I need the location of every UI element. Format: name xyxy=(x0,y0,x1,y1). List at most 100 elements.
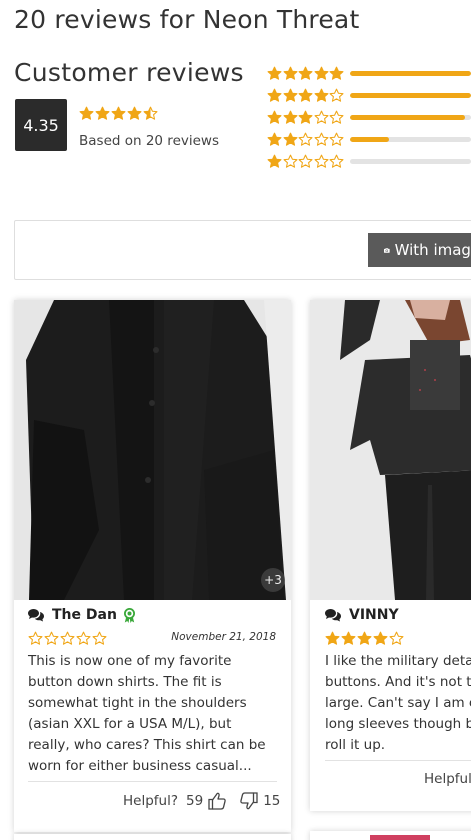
star-full-icon xyxy=(357,631,372,646)
helpful-up-count: 59 xyxy=(186,793,204,809)
distribution-bar-fill xyxy=(350,70,471,76)
reviewer-name-text: The Dan xyxy=(52,607,117,623)
star-empty-icon xyxy=(329,154,344,169)
helpful-label: Helpful xyxy=(424,771,471,787)
review-divider xyxy=(28,781,277,782)
star-empty-icon xyxy=(44,631,59,646)
review-photo[interactable] xyxy=(310,300,471,600)
distribution-bar xyxy=(350,114,471,120)
star-empty-icon xyxy=(92,631,107,646)
distribution-bar xyxy=(350,136,471,142)
star-full-icon xyxy=(298,66,313,81)
review-text-line: This is now one of my favorite xyxy=(28,653,232,669)
sweater-photo xyxy=(310,300,471,600)
review-card: +3 The Dan November 21, 2018 This is now… xyxy=(14,300,291,832)
star-empty-icon xyxy=(76,631,91,646)
review-text-line: long sleeves though b xyxy=(325,716,471,732)
distribution-row-4[interactable] xyxy=(267,84,471,106)
helpful-down-count: 15 xyxy=(263,793,281,809)
star-full-icon xyxy=(298,110,313,125)
star-full-icon xyxy=(111,106,126,121)
helpful-label: Helpful? xyxy=(123,793,179,809)
review-text-line: button down shirts. The fit is xyxy=(28,674,222,690)
review-text-line: roll it up. xyxy=(325,737,386,753)
distribution-bar-fill xyxy=(350,136,389,142)
star-empty-icon xyxy=(283,154,298,169)
review-card-partial xyxy=(310,831,471,840)
review-text: I like the military detai buttons. And it… xyxy=(325,651,471,756)
review-text-line: I like the military detai xyxy=(325,653,471,669)
customer-reviews-heading: Customer reviews xyxy=(14,58,244,87)
rating-distribution xyxy=(267,62,471,172)
review-date: November 21, 2018 xyxy=(171,631,276,643)
star-empty-icon xyxy=(298,132,313,147)
star-empty-icon xyxy=(298,154,313,169)
comments-icon xyxy=(325,608,341,621)
average-rating-box: 4.35 xyxy=(15,99,67,151)
star-full-icon xyxy=(325,631,340,646)
reviewer-name: The Dan xyxy=(28,607,136,623)
with-images-label: With images xyxy=(394,241,471,259)
review-text-line: worn for either business casual... xyxy=(28,758,252,774)
review-text: This is now one of my favorite button dow… xyxy=(28,651,280,777)
review-divider xyxy=(325,760,471,761)
average-rating-value: 4.35 xyxy=(23,115,59,135)
star-full-icon xyxy=(298,88,313,103)
distribution-stars xyxy=(267,110,347,125)
distribution-bar-fill xyxy=(350,114,465,120)
star-full-icon xyxy=(283,88,298,103)
star-half-icon xyxy=(143,106,158,121)
black-coat-photo xyxy=(14,300,291,600)
distribution-stars xyxy=(267,132,347,147)
helpful-votes: Helpful xyxy=(424,771,471,787)
distribution-stars xyxy=(267,66,347,81)
reviewer-name-text: VINNY xyxy=(349,607,399,623)
star-full-icon xyxy=(283,110,298,125)
star-empty-icon xyxy=(329,132,344,147)
star-full-icon xyxy=(329,66,344,81)
distribution-row-2[interactable] xyxy=(267,128,471,150)
page-title: 20 reviews for Neon Threat xyxy=(14,5,360,34)
thumbs-down-icon[interactable] xyxy=(239,791,259,811)
star-empty-icon xyxy=(329,110,344,125)
star-full-icon xyxy=(267,66,282,81)
review-photo[interactable]: +3 xyxy=(14,300,291,600)
star-full-icon xyxy=(267,88,282,103)
star-full-icon xyxy=(267,110,282,125)
review-text-line: large. Can't say I am c xyxy=(325,695,471,711)
review-text-line: really, who cares? This shirt can be xyxy=(28,737,266,753)
review-text-line: buttons. And it's not to xyxy=(325,674,471,690)
thumbs-up-icon[interactable] xyxy=(207,791,227,811)
distribution-bar-fill xyxy=(350,92,471,98)
distribution-bar xyxy=(350,158,471,164)
review-card: VINNY I like the military detai buttons. … xyxy=(310,300,471,811)
star-full-icon xyxy=(314,88,329,103)
star-full-icon xyxy=(267,132,282,147)
more-images-badge[interactable]: +3 xyxy=(261,568,285,592)
distribution-stars xyxy=(267,154,347,169)
star-empty-icon xyxy=(314,154,329,169)
distribution-row-1[interactable] xyxy=(267,150,471,172)
star-empty-icon xyxy=(60,631,75,646)
award-ribbon-icon xyxy=(123,607,135,623)
review-text-line: (asian XXL for a USA M/L), but xyxy=(28,716,232,732)
star-empty-icon xyxy=(314,110,329,125)
star-full-icon xyxy=(127,106,142,121)
star-full-icon xyxy=(267,154,282,169)
review-rating-stars xyxy=(28,631,107,646)
distribution-row-5[interactable] xyxy=(267,62,471,84)
with-images-filter-button[interactable]: With images xyxy=(368,233,471,267)
star-full-icon xyxy=(373,631,388,646)
star-empty-icon xyxy=(314,132,329,147)
distribution-stars xyxy=(267,88,347,103)
helpful-votes: Helpful? 59 15 xyxy=(123,791,280,811)
star-empty-icon xyxy=(389,631,404,646)
distribution-row-3[interactable] xyxy=(267,106,471,128)
review-rating-stars xyxy=(325,631,404,646)
star-full-icon xyxy=(314,66,329,81)
star-full-icon xyxy=(283,66,298,81)
star-empty-icon xyxy=(28,631,43,646)
star-full-icon xyxy=(283,132,298,147)
star-full-icon xyxy=(95,106,110,121)
star-full-icon xyxy=(341,631,356,646)
